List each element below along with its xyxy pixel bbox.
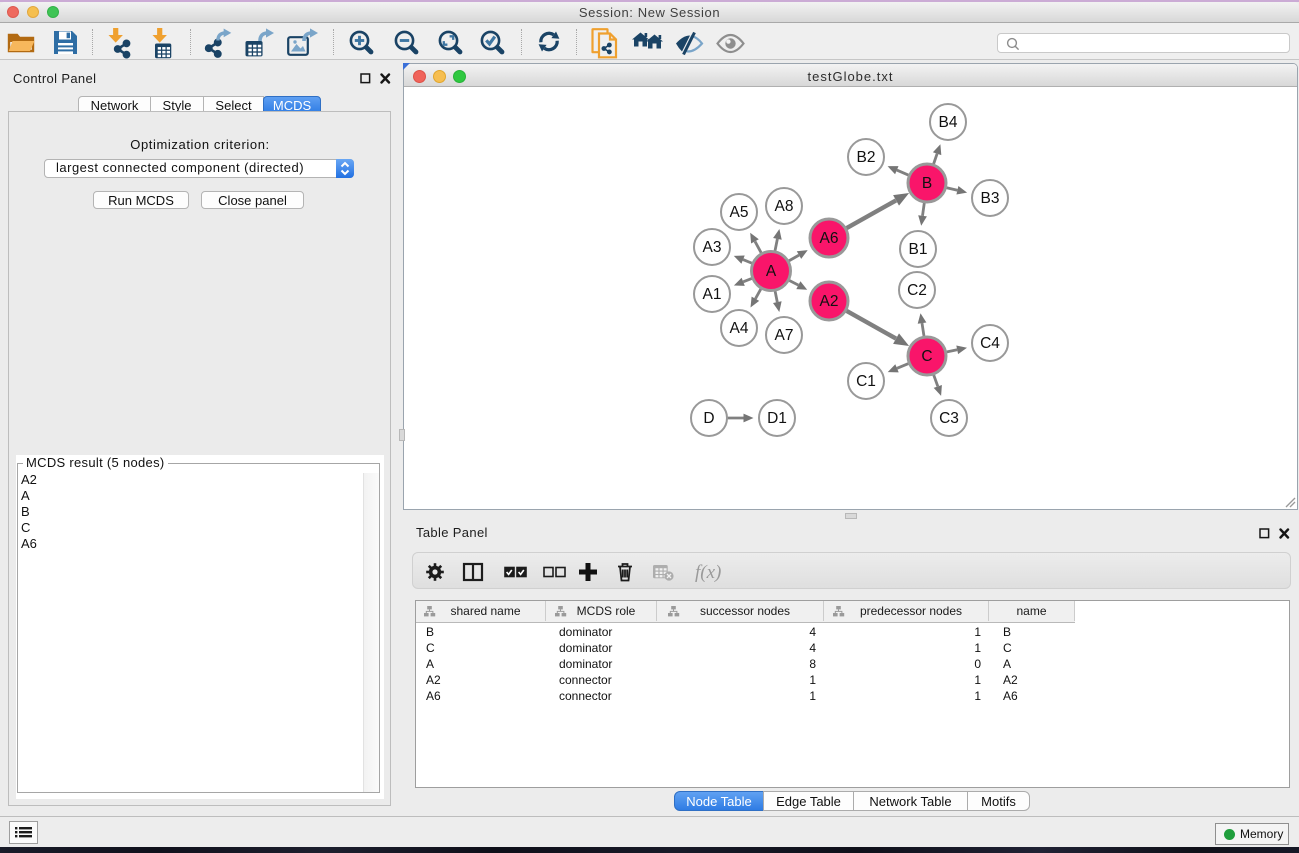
svg-text:A3: A3 xyxy=(703,239,722,256)
svg-text:D: D xyxy=(703,410,714,427)
svg-text:A6: A6 xyxy=(820,230,839,247)
svg-text:C3: C3 xyxy=(939,410,959,427)
svg-text:A4: A4 xyxy=(730,320,749,337)
svg-text:B1: B1 xyxy=(909,241,928,258)
svg-text:A5: A5 xyxy=(730,204,749,221)
svg-text:B2: B2 xyxy=(857,149,876,166)
svg-text:C2: C2 xyxy=(907,282,927,299)
svg-text:A1: A1 xyxy=(703,286,722,303)
svg-text:C1: C1 xyxy=(856,373,876,390)
svg-text:A7: A7 xyxy=(775,327,794,344)
svg-text:C4: C4 xyxy=(980,335,1000,352)
svg-text:f(x): f(x) xyxy=(695,562,721,583)
svg-text:D1: D1 xyxy=(767,410,787,427)
svg-text:A: A xyxy=(766,263,777,280)
svg-text:B4: B4 xyxy=(939,114,958,131)
svg-text:B: B xyxy=(922,175,932,192)
svg-text:B3: B3 xyxy=(981,190,1000,207)
svg-text:A2: A2 xyxy=(820,293,839,310)
svg-text:A8: A8 xyxy=(775,198,794,215)
svg-text:C: C xyxy=(921,348,932,365)
